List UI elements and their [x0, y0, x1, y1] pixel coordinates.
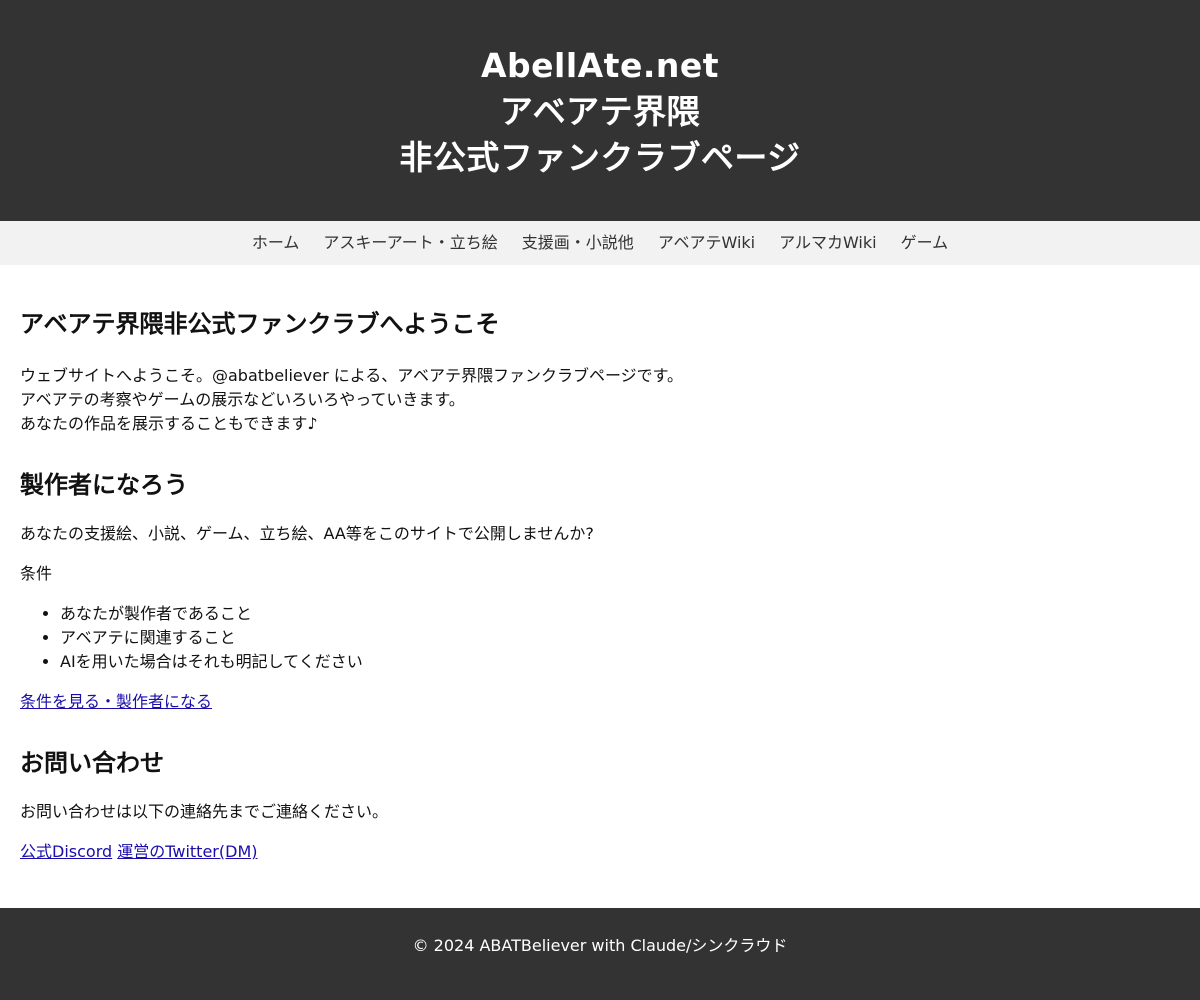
welcome-line-2: アベアテの考察やゲームの展示などいろいろやっていきます。 — [20, 390, 465, 409]
site-title-line-1: AbellAte.net — [480, 45, 720, 85]
site-footer: © 2024 ABATBeliever with Claude/シンクラウド — [0, 908, 1200, 1000]
nav-item-abeate-wiki[interactable]: アベアテWiki — [658, 232, 755, 254]
creator-link-row: 条件を見る・製作者になる — [20, 690, 1180, 714]
list-item: アベアテに関連すること — [60, 626, 1180, 650]
contact-section: お問い合わせ お問い合わせは以下の連絡先までご連絡ください。 公式Discord… — [20, 714, 1180, 864]
conditions-list: あなたが製作者であること アベアテに関連すること AIを用いた場合はそれも明記し… — [20, 602, 1180, 674]
creator-heading: 製作者になろう — [20, 471, 188, 499]
nav-item-games[interactable]: ゲーム — [901, 232, 949, 254]
list-item: あなたが製作者であること — [60, 602, 1180, 626]
main-content: アベアテ界隈非公式ファンクラブへようこそ ウェブサイトへようこそ。@abatbe… — [0, 265, 1200, 864]
welcome-heading: アベアテ界隈非公式ファンクラブへようこそ — [20, 310, 500, 338]
site-title-line-3: 非公式ファンクラブページ — [399, 137, 801, 177]
creator-intro-text: あなたの支援絵、小説、ゲーム、立ち絵、AA等をこのサイトで公開しませんか? — [20, 524, 594, 543]
contact-heading: お問い合わせ — [20, 749, 164, 777]
site-header: AbellAte.net アベアテ界隈 非公式ファンクラブページ — [0, 0, 1200, 221]
main-nav: ホーム アスキーアート・立ち絵 支援画・小説他 アベアテWiki アルマカWik… — [0, 221, 1200, 265]
discord-link[interactable]: 公式Discord — [20, 842, 112, 861]
conditions-label: 条件 — [20, 564, 53, 583]
contact-text: お問い合わせは以下の連絡先までご連絡ください。 — [20, 802, 389, 821]
list-item: AIを用いた場合はそれも明記してください — [60, 650, 1180, 674]
creator-section: 製作者になろう あなたの支援絵、小説、ゲーム、立ち絵、AA等をこのサイトで公開し… — [20, 436, 1180, 714]
nav-item-ascii-art[interactable]: アスキーアート・立ち絵 — [323, 232, 497, 254]
welcome-line-3: あなたの作品を展示することもできます♪ — [20, 414, 318, 433]
twitter-link[interactable]: 運営のTwitter(DM) — [117, 842, 257, 861]
nav-item-almaka-wiki[interactable]: アルマカWiki — [779, 232, 876, 254]
welcome-line-1: ウェブサイトへようこそ。@abatbeliever による、アベアテ界隈ファンク… — [20, 366, 684, 385]
contact-links-row: 公式Discord 運営のTwitter(DM) — [20, 840, 1180, 864]
become-creator-link[interactable]: 条件を見る・製作者になる — [20, 692, 212, 711]
welcome-text: ウェブサイトへようこそ。@abatbeliever による、アベアテ界隈ファンク… — [20, 364, 1180, 436]
nav-item-fanart[interactable]: 支援画・小説他 — [522, 232, 634, 254]
nav-item-home[interactable]: ホーム — [252, 232, 300, 254]
copyright-text: © 2024 ABATBeliever with Claude/シンクラウド — [412, 936, 788, 955]
welcome-section: アベアテ界隈非公式ファンクラブへようこそ ウェブサイトへようこそ。@abatbe… — [20, 265, 1180, 436]
site-title-line-2: アベアテ界隈 — [499, 91, 701, 131]
